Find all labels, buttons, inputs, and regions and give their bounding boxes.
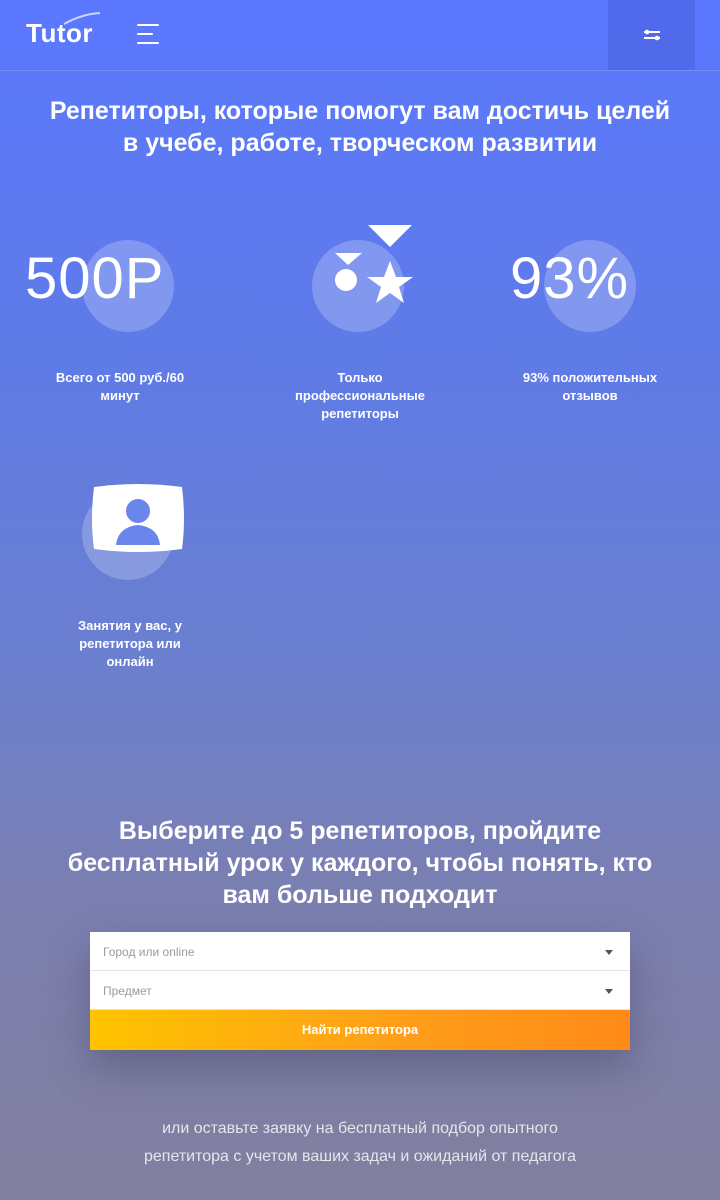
feature-lesson-format-label: Занятия у вас, у репетитора или онлайн — [78, 618, 182, 669]
search-section-title: Выберите до 5 репетиторов, пройдите бесп… — [67, 817, 653, 909]
feature-professionals-label: Только профессиональные репетиторы — [295, 370, 425, 421]
feature-reviews-label: 93% положительных отзывов — [522, 370, 658, 403]
tutor-search-form: Город или online Предмет Найти репетитор… — [90, 932, 630, 1050]
hero-title-line1: Репетиторы, которые помогут вам достичь … — [49, 97, 671, 125]
feature-professionals: Только профессиональные репетиторы — [260, 225, 460, 435]
header: Tutor — [0, 0, 720, 71]
request-text: или оставьте заявку на бесплатный подбор… — [143, 1120, 577, 1165]
chevron-down-icon — [605, 950, 613, 955]
hamburger-menu-icon[interactable] — [137, 24, 161, 48]
chevron-down-icon — [605, 989, 613, 994]
filter-sliders-icon — [643, 29, 660, 41]
logo-swoosh-icon — [63, 12, 101, 25]
find-tutor-button[interactable]: Найти репетитора — [90, 1010, 630, 1050]
feature-price-label: Всего от 500 руб./60 минут — [55, 370, 185, 403]
medal-star-icon — [335, 225, 413, 303]
price-value: 500Р — [25, 246, 165, 311]
reviews-value: 93% — [510, 246, 630, 311]
feature-price: 500Р Всего от 500 руб./60 минут — [20, 235, 220, 435]
city-select-placeholder: Город или online — [103, 945, 195, 959]
hero-title-line2: в учебе, работе, творческом развитии — [122, 129, 598, 157]
user-screen-icon — [92, 484, 184, 552]
city-select[interactable]: Город или online — [90, 932, 630, 971]
subject-select-placeholder: Предмет — [103, 984, 152, 998]
feature-lesson-format: Занятия у вас, у репетитора или онлайн — [30, 480, 230, 680]
subject-select[interactable]: Предмет — [90, 971, 630, 1010]
hero-title: Репетиторы, которые помогут вам достичь … — [20, 95, 700, 159]
filter-button[interactable] — [608, 0, 695, 70]
feature-reviews: 93% 93% положительных отзывов — [490, 235, 690, 435]
